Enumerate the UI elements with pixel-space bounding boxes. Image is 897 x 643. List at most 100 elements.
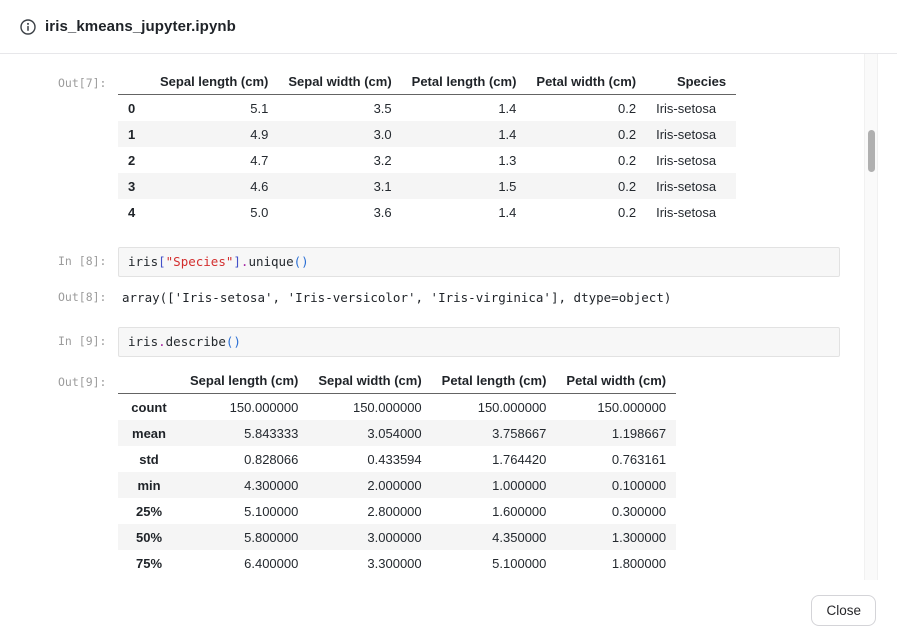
dialog-title: iris_kmeans_jupyter.ipynb [45, 18, 236, 35]
column-header: Sepal length (cm) [180, 367, 308, 394]
row-index: 0 [118, 95, 150, 122]
table-cell: 3.054000 [308, 420, 431, 446]
row-index: count [118, 394, 180, 421]
table-cell: Iris-setosa [646, 173, 736, 199]
code-token: ) [301, 254, 309, 269]
cell-prompt-out9: Out[9]: [58, 367, 118, 389]
table-row: mean5.8433333.0540003.7586671.198667 [118, 420, 676, 446]
info-icon[interactable] [20, 19, 36, 35]
iris-describe-table: Sepal length (cm)Sepal width (cm)Petal l… [118, 367, 676, 576]
table-cell: 0.828066 [180, 446, 308, 472]
table-cell: 1.000000 [432, 472, 557, 498]
code-token: . [158, 334, 166, 349]
column-header: Sepal width (cm) [278, 68, 401, 95]
cell-prompt-in9: In [9]: [58, 327, 118, 348]
table-cell: 5.1 [150, 95, 278, 122]
table-cell: 4.6 [150, 173, 278, 199]
table-cell: 3.6 [278, 199, 401, 225]
table-cell: Iris-setosa [646, 121, 736, 147]
row-index: min [118, 472, 180, 498]
table-cell: 4.7 [150, 147, 278, 173]
table-row: 05.13.51.40.2Iris-setosa [118, 95, 736, 122]
cell-prompt-in8: In [8]: [58, 247, 118, 268]
column-header: Petal width (cm) [556, 367, 676, 394]
table-row: 45.03.61.40.2Iris-setosa [118, 199, 736, 225]
cell-prompt-out8: Out[8]: [58, 283, 118, 304]
code-token: describe [166, 334, 226, 349]
scrollbar[interactable] [864, 54, 878, 580]
table-row: 50%5.8000003.0000004.3500001.300000 [118, 524, 676, 550]
column-header: Petal width (cm) [526, 68, 646, 95]
table-cell: 150.000000 [556, 394, 676, 421]
cell-out8: Out[8]: array(['Iris-setosa', 'Iris-vers… [58, 283, 861, 306]
table-cell: 0.433594 [308, 446, 431, 472]
table-cell: 4.350000 [432, 524, 557, 550]
table-cell: 3.000000 [308, 524, 431, 550]
dialog-footer: Close [0, 580, 897, 643]
table-cell: 3.0 [278, 121, 401, 147]
table-cell: Iris-setosa [646, 95, 736, 122]
table-cell: 5.0 [150, 199, 278, 225]
code-token: "Species" [166, 254, 234, 269]
code-token: ( [294, 254, 302, 269]
table-cell: 1.4 [402, 199, 527, 225]
cell-out9: Out[9]: Sepal length (cm)Sepal width (cm… [58, 367, 861, 576]
column-header: Species [646, 68, 736, 95]
table-row: count150.000000150.000000150.000000150.0… [118, 394, 676, 421]
row-index: 3 [118, 173, 150, 199]
table-row: 24.73.21.30.2Iris-setosa [118, 147, 736, 173]
table-cell: 5.800000 [180, 524, 308, 550]
table-cell: 1.198667 [556, 420, 676, 446]
table-row: 75%6.4000003.3000005.1000001.800000 [118, 550, 676, 576]
table-cell: 4.300000 [180, 472, 308, 498]
table-cell: 5.843333 [180, 420, 308, 446]
table-cell: 1.600000 [432, 498, 557, 524]
row-index: 2 [118, 147, 150, 173]
notebook-preview-dialog: iris_kmeans_jupyter.ipynb Out[7]: Sepal … [0, 0, 897, 643]
table-cell: 1.5 [402, 173, 527, 199]
table-cell: 1.800000 [556, 550, 676, 576]
notebook-scroll-area[interactable]: Out[7]: Sepal length (cm)Sepal width (cm… [0, 54, 897, 580]
code-token: iris [128, 334, 158, 349]
table-cell: 0.300000 [556, 498, 676, 524]
row-index: 75% [118, 550, 180, 576]
table-cell: 3.300000 [308, 550, 431, 576]
table-cell: 150.000000 [432, 394, 557, 421]
table-cell: 3.5 [278, 95, 401, 122]
table-cell: 0.2 [526, 173, 646, 199]
column-header [118, 367, 180, 394]
cell-in9: In [9]: iris.describe() [58, 327, 861, 357]
code-token: ) [233, 334, 241, 349]
table-cell: 0.2 [526, 121, 646, 147]
code-token: iris [128, 254, 158, 269]
dialog-header: iris_kmeans_jupyter.ipynb [0, 0, 897, 54]
table-cell: 5.100000 [432, 550, 557, 576]
column-header: Petal length (cm) [402, 68, 527, 95]
table-cell: 150.000000 [308, 394, 431, 421]
iris-head-table: Sepal length (cm)Sepal width (cm)Petal l… [118, 68, 736, 225]
column-header: Sepal length (cm) [150, 68, 278, 95]
cell-prompt-out7: Out[7]: [58, 68, 118, 90]
row-index: 4 [118, 199, 150, 225]
table-cell: 2.000000 [308, 472, 431, 498]
column-header [118, 68, 150, 95]
table-cell: Iris-setosa [646, 199, 736, 225]
table-cell: 1.764420 [432, 446, 557, 472]
table-cell: 6.400000 [180, 550, 308, 576]
code-token: unique [248, 254, 293, 269]
row-index: std [118, 446, 180, 472]
row-index: mean [118, 420, 180, 446]
table-cell: 2.800000 [308, 498, 431, 524]
close-button[interactable]: Close [811, 595, 876, 626]
table-cell: 3.2 [278, 147, 401, 173]
code-token: [ [158, 254, 166, 269]
header-row: Sepal length (cm)Sepal width (cm)Petal l… [118, 68, 736, 95]
table-cell: 0.100000 [556, 472, 676, 498]
table-cell: 1.300000 [556, 524, 676, 550]
column-header: Petal length (cm) [432, 367, 557, 394]
table-cell: 3.1 [278, 173, 401, 199]
column-header: Sepal width (cm) [308, 367, 431, 394]
table-row: 14.93.01.40.2Iris-setosa [118, 121, 736, 147]
scrollbar-thumb[interactable] [868, 130, 875, 172]
row-index: 50% [118, 524, 180, 550]
